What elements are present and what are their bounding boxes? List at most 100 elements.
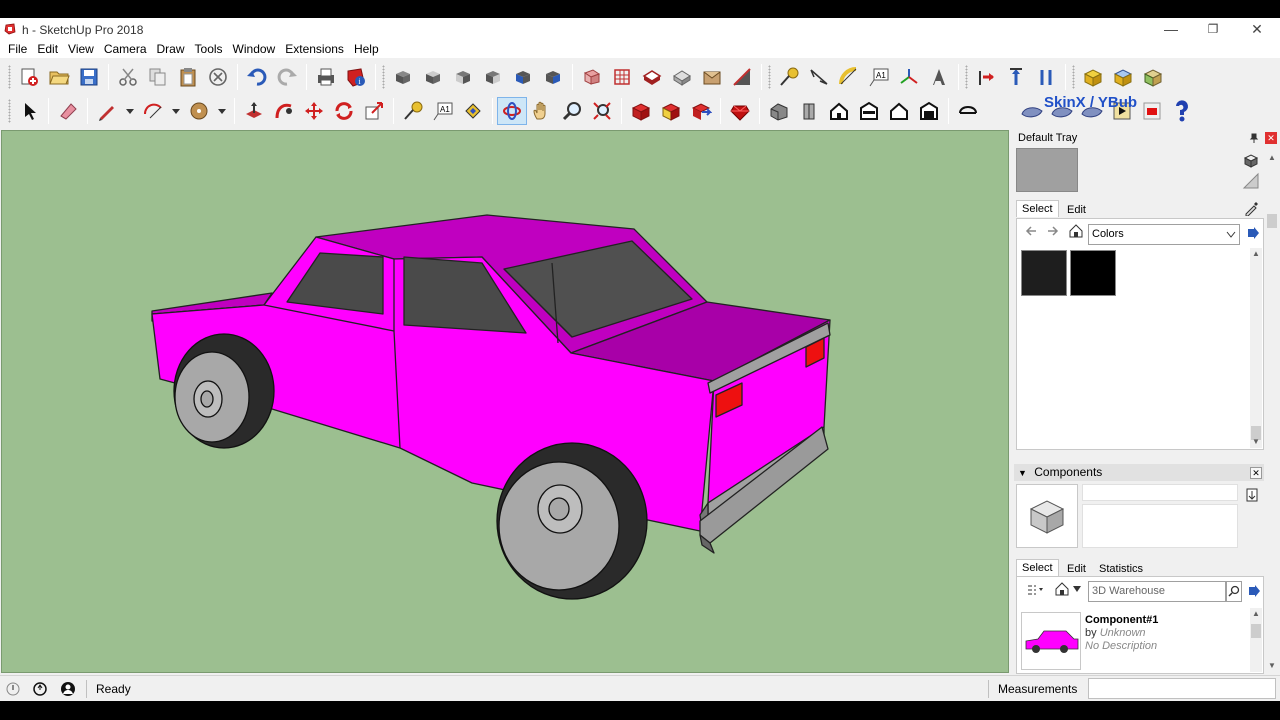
geo-location-icon[interactable] (5, 681, 21, 697)
cut-button[interactable] (113, 63, 143, 91)
menu-file[interactable]: File (3, 42, 32, 56)
top-view-button[interactable] (418, 63, 448, 91)
search-button[interactable] (1226, 581, 1242, 602)
component-options-icon[interactable] (1246, 488, 1258, 502)
select-tool-button[interactable] (14, 97, 44, 125)
paint-bucket-tool-button[interactable] (458, 97, 488, 125)
hidden-line-button[interactable] (637, 63, 667, 91)
menu-help[interactable]: Help (349, 42, 384, 56)
back-arrow-icon[interactable] (1024, 224, 1038, 238)
house-back-button[interactable] (854, 97, 884, 125)
measurements-input[interactable] (1088, 678, 1276, 699)
shaded-textures-button[interactable] (697, 63, 727, 91)
toolbar-grip[interactable] (768, 64, 771, 89)
components-tab-statistics[interactable]: Statistics (1094, 561, 1148, 577)
material-swatch-2[interactable] (1070, 250, 1116, 296)
tape-measure-button[interactable] (774, 63, 804, 91)
toolbar-grip[interactable] (1072, 64, 1075, 89)
display-section-cuts-button[interactable] (1031, 63, 1061, 91)
components-scrollbar[interactable]: ▲ (1250, 608, 1262, 672)
skinx-help-button[interactable] (1167, 97, 1197, 125)
shaded-button[interactable] (667, 63, 697, 91)
wireframe-button[interactable] (607, 63, 637, 91)
pan-tool-button[interactable] (527, 97, 557, 125)
warehouse-search-input[interactable]: 3D Warehouse (1088, 581, 1226, 602)
house-view-1-button[interactable] (764, 97, 794, 125)
minimize-button[interactable]: — (1150, 18, 1192, 40)
scroll-up-icon[interactable]: ▲ (1250, 608, 1262, 620)
dimensions-button[interactable] (804, 63, 834, 91)
toolbar-grip[interactable] (965, 64, 968, 89)
model-info-button[interactable]: i (341, 63, 371, 91)
iso-view-button[interactable] (388, 63, 418, 91)
open-button[interactable] (44, 63, 74, 91)
make-group-button[interactable] (1108, 63, 1138, 91)
menu-window[interactable]: Window (228, 42, 281, 56)
copy-button[interactable] (143, 63, 173, 91)
back-view-button[interactable] (508, 63, 538, 91)
toolbar-grip[interactable] (8, 98, 11, 123)
toolbar-grip[interactable] (8, 64, 11, 89)
protractor-button[interactable] (834, 63, 864, 91)
create-material-icon[interactable] (1242, 151, 1260, 169)
eraser-tool-button[interactable] (53, 97, 83, 125)
line-tool-dropdown[interactable] (122, 97, 138, 125)
skinx-stop-button[interactable] (1137, 97, 1167, 125)
house-view-2-button[interactable] (794, 97, 824, 125)
monochrome-button[interactable] (727, 63, 757, 91)
new-button[interactable] (14, 63, 44, 91)
print-button[interactable] (311, 63, 341, 91)
close-button[interactable]: ✕ (1236, 18, 1278, 40)
paste-button[interactable] (173, 63, 203, 91)
scale-tool-button[interactable] (359, 97, 389, 125)
scroll-thumb[interactable] (1267, 214, 1277, 228)
display-section-planes-button[interactable] (1001, 63, 1031, 91)
home-icon[interactable] (1068, 223, 1084, 239)
menu-tools[interactable]: Tools (190, 42, 228, 56)
toolbar-grip[interactable] (382, 64, 385, 89)
scroll-down-icon[interactable]: ▼ (1250, 436, 1262, 448)
menu-extensions[interactable]: Extensions (280, 42, 349, 56)
details-arrow-icon[interactable] (1246, 226, 1260, 240)
undo-button[interactable] (242, 63, 272, 91)
zoom-tool-button[interactable] (557, 97, 587, 125)
shape-tool-button[interactable] (184, 97, 214, 125)
rotate-tool-button[interactable] (329, 97, 359, 125)
components-panel-header[interactable]: ▼ Components (1014, 464, 1264, 481)
tray-close-icon[interactable]: ✕ (1265, 132, 1277, 144)
user-account-icon[interactable] (60, 681, 76, 697)
menu-camera[interactable]: Camera (99, 42, 152, 56)
warehouse-3d-button[interactable] (626, 97, 656, 125)
components-tab-select[interactable]: Select (1016, 559, 1059, 576)
section-plane-button[interactable] (971, 63, 1001, 91)
axes-button[interactable] (894, 63, 924, 91)
default-material-icon[interactable] (1242, 172, 1260, 190)
credits-icon[interactable] (32, 681, 48, 697)
view-options-icon[interactable] (1026, 582, 1044, 596)
component-name-field[interactable] (1082, 484, 1238, 501)
forward-arrow-icon[interactable] (1046, 224, 1060, 238)
menu-draw[interactable]: Draw (152, 42, 190, 56)
component-item-name[interactable]: Component#1 (1085, 614, 1158, 626)
pin-icon[interactable] (1249, 133, 1259, 143)
component-thumbnail[interactable] (1021, 612, 1081, 670)
warehouse-button[interactable] (1138, 63, 1168, 91)
component-description-field[interactable] (1082, 504, 1238, 548)
make-component-button[interactable] (1078, 63, 1108, 91)
materials-tab-edit[interactable]: Edit (1062, 202, 1091, 218)
arc-tool-button[interactable] (138, 97, 168, 125)
ruby-console-button[interactable] (725, 97, 755, 125)
restore-button[interactable]: ❐ (1192, 18, 1234, 40)
right-view-button[interactable] (478, 63, 508, 91)
line-tool-button[interactable] (92, 97, 122, 125)
save-button[interactable] (74, 63, 104, 91)
eyedropper-icon[interactable] (1244, 200, 1260, 216)
zoom-extents-tool-button[interactable] (587, 97, 617, 125)
components-close-icon[interactable]: ✕ (1250, 467, 1262, 479)
redo-button[interactable] (272, 63, 302, 91)
skinx-tool-1[interactable] (1017, 97, 1047, 125)
material-swatch-1[interactable] (1021, 250, 1067, 296)
follow-me-tool-button[interactable] (269, 97, 299, 125)
drawing-viewport[interactable] (1, 130, 1009, 673)
materials-tab-select[interactable]: Select (1016, 200, 1059, 217)
